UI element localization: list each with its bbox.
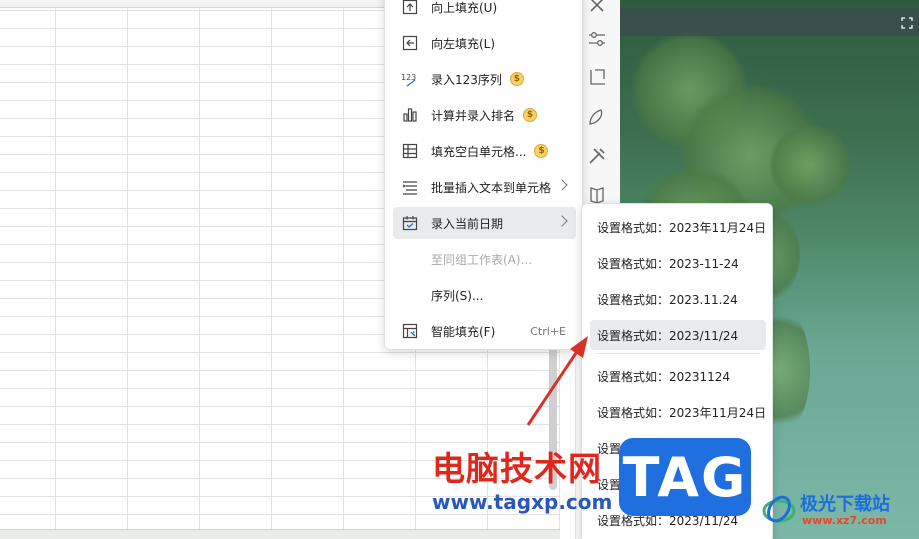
fill-up-icon [401, 0, 419, 16]
menu-item-label: 录入当前日期 [431, 216, 504, 231]
chevron-right-icon [556, 215, 568, 227]
menu-item-label: 录入123序列 [431, 72, 502, 87]
insert-text-icon [401, 178, 419, 196]
menu-item-series[interactable]: 序列(S)... [393, 279, 576, 311]
watermark-tag-logo: TAG [619, 438, 751, 516]
rank-chart-icon [401, 106, 419, 124]
watermark-url: www.tagxp.com [432, 490, 613, 514]
settings-sliders-icon[interactable] [586, 28, 608, 50]
date-format-option-highlighted[interactable]: 设置格式如：2023/11/24 [590, 320, 766, 350]
expand-icon[interactable] [901, 17, 913, 29]
submenu-divider [596, 353, 760, 354]
menu-item-label: 至同组工作表(A)... [431, 252, 533, 267]
watermark-site-name: 极光下载站 [800, 494, 890, 515]
menu-item-label: 向左填充(L) [431, 36, 496, 51]
menu-item-enter-123-sequence[interactable]: 123 录入123序列 $ [393, 63, 576, 95]
close-icon[interactable] [586, 0, 608, 16]
date-format-option[interactable]: 设置格式如：2023年11月24日 [590, 212, 766, 242]
fill-left-icon [401, 34, 419, 52]
menu-item-label: 向上填充(U) [431, 0, 498, 15]
wallpaper-top-bar [620, 8, 919, 36]
menu-item-calc-rank[interactable]: 计算并录入排名 $ [393, 99, 576, 131]
transform-icon[interactable] [586, 66, 608, 88]
menu-item-fill-blank-cells[interactable]: 填充空白单元格... $ [393, 135, 576, 167]
premium-badge-icon: $ [509, 72, 524, 86]
table-grid-icon [401, 142, 419, 160]
watermark-site: 极光下载站 www.xz7.com [762, 490, 912, 530]
menu-item-fill-up[interactable]: 向上填充(U) [393, 0, 576, 23]
tools-icon[interactable] [586, 145, 608, 167]
menu-item-smart-fill[interactable]: 智能填充(F) Ctrl+E [393, 315, 576, 347]
shortcut-label: Ctrl+E [530, 324, 566, 338]
calendar-icon [401, 214, 419, 232]
menu-item-enter-current-date[interactable]: 录入当前日期 [393, 207, 576, 239]
menu-item-label: 序列(S)... [431, 288, 484, 303]
sheet-bottom-bar [0, 529, 560, 539]
watermark-site-url: www.xz7.com [802, 514, 887, 527]
menu-item-label: 智能填充(F) [431, 324, 496, 339]
number-sequence-icon: 123 [401, 70, 419, 88]
menu-item-batch-insert-text[interactable]: 批量插入文本到单元格 [393, 171, 576, 203]
menu-item-to-group-sheets: 至同组工作表(A)... [393, 243, 576, 275]
date-format-option[interactable]: 设置格式如：2023-11-24 [590, 248, 766, 278]
brush-icon[interactable] [586, 106, 608, 128]
premium-badge-icon: $ [534, 144, 549, 158]
menu-item-label: 计算并录入排名 [431, 108, 516, 123]
menu-item-label: 填充空白单元格... [431, 144, 527, 159]
date-format-option[interactable]: 设置格式如：2023.11.24 [590, 284, 766, 314]
fill-menu: 向上填充(U) 向左填充(L) 123 录入123序列 $ 计算并录入排名 $ … [384, 0, 583, 350]
menu-item-label: 批量插入文本到单元格 [431, 180, 552, 195]
chevron-right-icon [556, 179, 568, 191]
watermark-title: 电脑技术网 [432, 449, 602, 488]
aurora-logo-icon [762, 495, 796, 523]
smart-fill-icon [401, 322, 419, 340]
premium-badge-icon: $ [523, 108, 538, 122]
date-format-option[interactable]: 设置格式如：20231124 [590, 361, 766, 391]
menu-item-fill-left[interactable]: 向左填充(L) [393, 27, 576, 59]
date-format-option[interactable]: 设置格式如：2023年11月24日 [590, 397, 766, 427]
